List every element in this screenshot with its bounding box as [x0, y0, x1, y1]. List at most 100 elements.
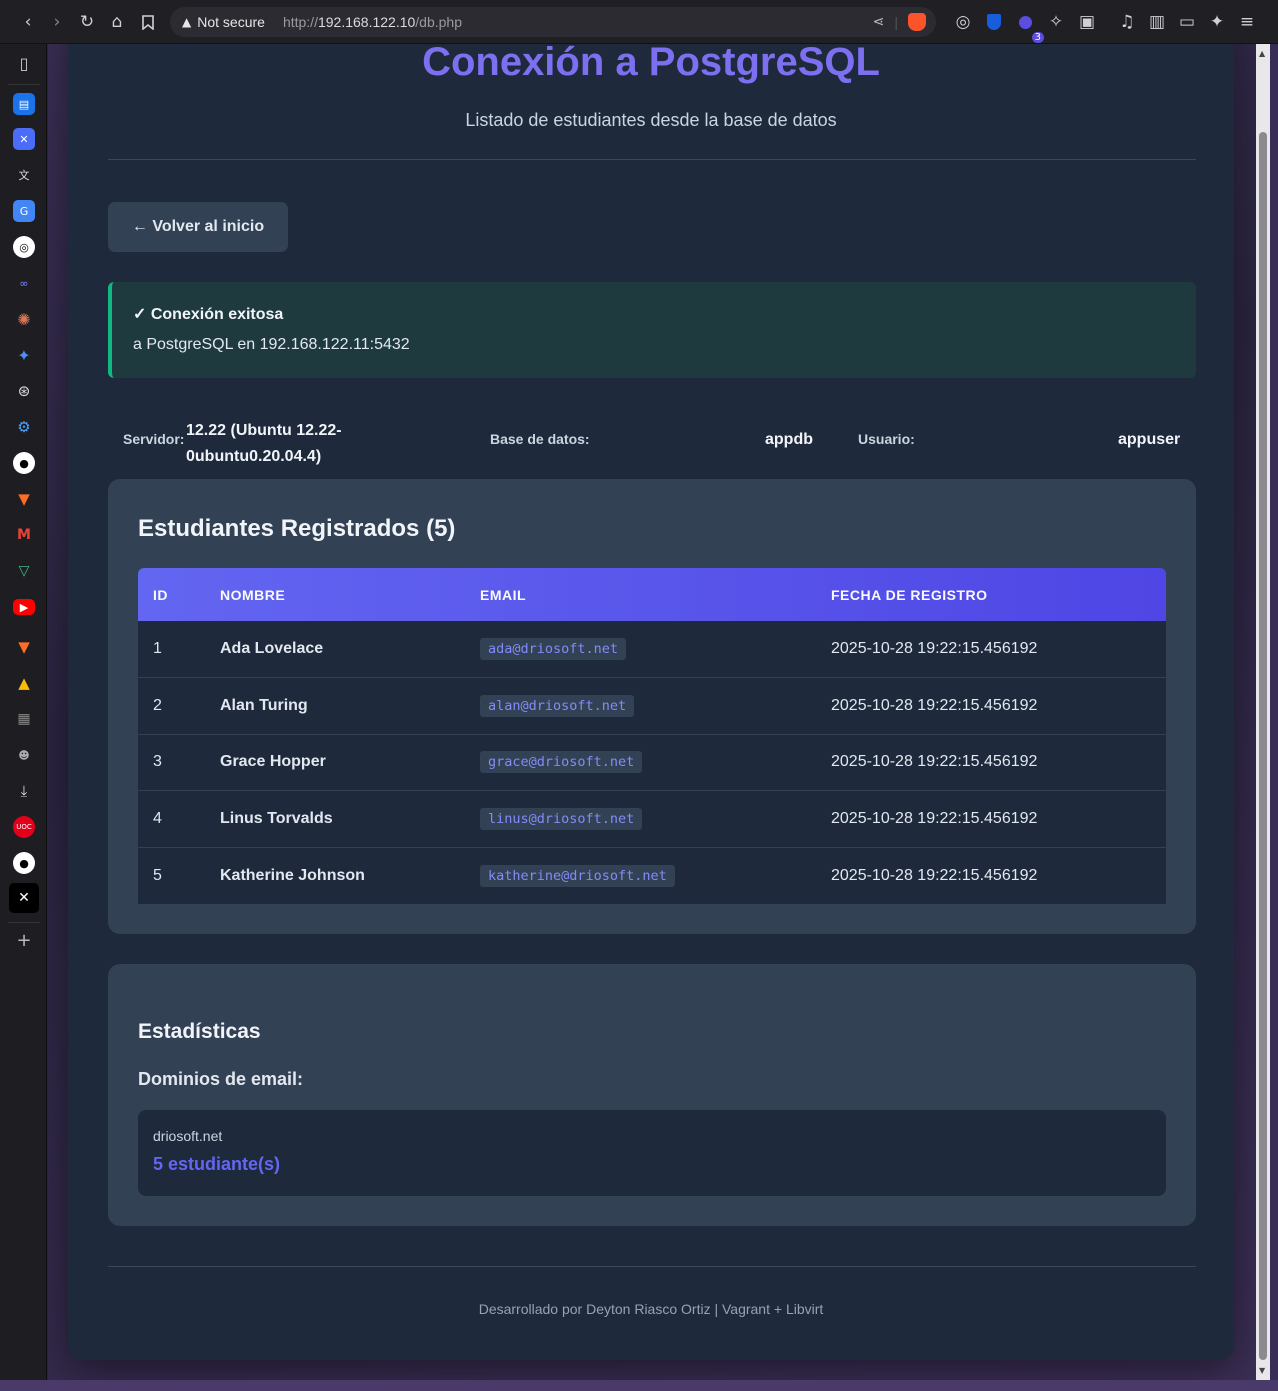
server-value-line1: 12.22 (Ubuntu 12.22-	[186, 422, 342, 439]
cell-id: 4	[138, 790, 205, 848]
cell-date: 2025-10-28 19:22:15.456192	[816, 790, 1166, 848]
youtube-icon[interactable]: ▶	[13, 599, 35, 615]
students-title: Estudiantes Registrados (5)	[138, 515, 456, 542]
gitlab2-icon[interactable]: ▼	[13, 636, 35, 658]
user-value: appuser	[1118, 431, 1181, 448]
gmail-icon[interactable]: M	[13, 524, 35, 546]
scroll-up-icon[interactable]: ▲	[1259, 49, 1265, 58]
alert-detail: a PostgreSQL en 192.168.122.11:5432	[133, 336, 410, 353]
cell-name: Linus Torvalds	[205, 790, 465, 848]
x-icon[interactable]: ✕	[9, 883, 39, 913]
calendar-icon[interactable]: ▤	[13, 93, 35, 115]
uoc-icon[interactable]: UOC	[13, 816, 35, 838]
footer-divider	[108, 1266, 1196, 1267]
cell-date: 2025-10-28 19:22:15.456192	[816, 677, 1166, 735]
email-chip: grace@driosoft.net	[480, 751, 643, 774]
github2-icon[interactable]: ●	[13, 852, 35, 874]
back-icon[interactable]: ‹	[13, 7, 43, 37]
reload-icon[interactable]: ↻	[72, 7, 102, 37]
browser-toolbar: ‹ › ↻ ⌂ ▲ Not secure http://192.168.122.…	[0, 0, 1278, 44]
page-subtitle: Listado de estudiantes desde la base de …	[465, 110, 837, 130]
main-container: Conexión a PostgreSQL Listado de estudia…	[68, 44, 1234, 1360]
bookmark-icon[interactable]	[133, 7, 163, 37]
security-indicator[interactable]: ▲ Not secure	[182, 14, 265, 30]
server-value: 12.22 (Ubuntu 12.22- 0ubuntu0.20.04.4)	[186, 418, 342, 470]
table-row: 5 Katherine Johnson katherine@driosoft.n…	[138, 847, 1166, 904]
gear-icon[interactable]: ⚙	[13, 416, 35, 438]
github-icon[interactable]: ●	[13, 452, 35, 474]
url-host: 192.168.122.10	[317, 14, 416, 30]
vue-icon[interactable]: ▽	[13, 560, 35, 582]
extension-badge: 3	[1031, 32, 1044, 43]
browser-sidebar: ▯ ▤ ✕ 文 G ◎ ∞ ✺ ✦ ⊛ ⚙ ● ▼ M ▽ ▶ ▼ ▲ ▦ ☻ …	[0, 44, 47, 1391]
screenshot-icon[interactable]: ▣	[1072, 7, 1102, 37]
db-value: appdb	[765, 431, 813, 448]
table-row: 3 Grace Hopper grace@driosoft.net 2025-1…	[138, 734, 1166, 791]
app-icon[interactable]: ✕	[13, 128, 35, 150]
drive-icon[interactable]: ▲	[13, 672, 35, 694]
translate-icon[interactable]: 文	[13, 164, 35, 186]
scroll-down-icon[interactable]: ▼	[1259, 1366, 1265, 1375]
home-icon[interactable]: ⌂	[102, 7, 132, 37]
cell-date: 2025-10-28 19:22:15.456192	[831, 866, 1038, 884]
chatgpt-icon[interactable]: ⊛	[13, 380, 35, 402]
footer-text: Desarrollado por Deyton Riasco Ortiz | V…	[478, 1301, 824, 1317]
table-row: 1 Ada Lovelace ada@driosoft.net 2025-10-…	[138, 621, 1166, 678]
cell-name: Katherine Johnson	[220, 866, 365, 884]
security-label: Not secure	[197, 14, 265, 30]
cell-name: Ada Lovelace	[205, 621, 465, 678]
sidebar-panel-icon[interactable]: ▯	[13, 52, 35, 74]
bitwarden-icon[interactable]	[979, 7, 1009, 37]
cell-id: 3	[138, 734, 205, 791]
server-label: Servidor:	[123, 431, 185, 447]
cell-id: 2	[138, 677, 205, 735]
add-icon[interactable]: +	[13, 929, 35, 951]
cell-id: 1	[138, 621, 205, 678]
cell-email: alan@driosoft.net	[465, 677, 816, 735]
share-icon[interactable]: ⋖	[873, 14, 885, 30]
scrollbar[interactable]: ▲ ▼	[1256, 44, 1270, 1380]
brave-shields-icon[interactable]	[908, 13, 926, 31]
gitlab-icon[interactable]: ▼	[13, 488, 35, 510]
desktop-edge	[1270, 44, 1278, 1380]
cell-email: katherine@driosoft.net	[465, 847, 816, 904]
url-text[interactable]: http://192.168.122.10/db.php	[283, 14, 462, 30]
url-bar[interactable]: ▲ Not secure http://192.168.122.10/db.ph…	[170, 7, 936, 37]
menu-icon[interactable]: ≡	[1232, 7, 1262, 37]
gemini-icon[interactable]: ✦	[13, 344, 35, 366]
extension-badge-icon[interactable]: 3	[1010, 7, 1044, 43]
mascot-icon[interactable]: ☻	[13, 744, 35, 766]
wallet-icon[interactable]: ▭	[1172, 7, 1202, 37]
cell-name: Grace Hopper	[205, 734, 465, 791]
user-label: Usuario:	[858, 431, 915, 447]
email-chip: ada@driosoft.net	[480, 638, 627, 660]
column-header-email: EMAIL	[480, 586, 527, 603]
apps-icon[interactable]: ▦	[13, 708, 35, 730]
download-icon[interactable]: ⤓	[13, 780, 35, 802]
google-translate-icon[interactable]: G	[13, 200, 35, 222]
extensions-icon[interactable]: ✧	[1041, 7, 1071, 37]
domain-name: driosoft.net	[153, 1128, 223, 1144]
column-header-id: ID	[153, 586, 168, 603]
music-icon[interactable]: ♫	[1112, 7, 1142, 37]
stats-title: Estadísticas	[138, 1020, 261, 1043]
success-alert: ✓ Conexión exitosa a PostgreSQL en 192.1…	[108, 282, 1196, 378]
cell-date: 2025-10-28 19:22:15.456192	[816, 734, 1166, 791]
stats-card: Estadísticas Dominios de email: driosoft…	[108, 964, 1196, 1226]
openai-icon[interactable]: ◎	[13, 236, 35, 258]
students-table: ID NOMBRE EMAIL FECHA DE REGISTRO 1 Ada …	[138, 568, 1166, 904]
back-to-home-button[interactable]: ← Volver al inicio	[108, 202, 288, 252]
leo-icon[interactable]: ✦	[1202, 7, 1232, 37]
forward-icon[interactable]: ›	[42, 7, 72, 37]
domain-stat: driosoft.net 5 estudiante(s)	[138, 1110, 1166, 1196]
app2-icon[interactable]: ∞	[13, 272, 35, 294]
server-value-line2: 0ubuntu0.20.04.4)	[186, 448, 322, 465]
reader-icon[interactable]: ◎	[948, 7, 978, 37]
cell-id: 5	[153, 866, 162, 884]
column-header-name: NOMBRE	[220, 586, 286, 603]
alert-title: ✓ Conexión exitosa	[133, 306, 284, 323]
claude-icon[interactable]: ✺	[13, 308, 35, 330]
cell-date: 2025-10-28 19:22:15.456192	[816, 621, 1166, 678]
sidebar-toggle-icon[interactable]: ▥	[1142, 7, 1172, 37]
scroll-thumb[interactable]	[1259, 132, 1267, 1360]
